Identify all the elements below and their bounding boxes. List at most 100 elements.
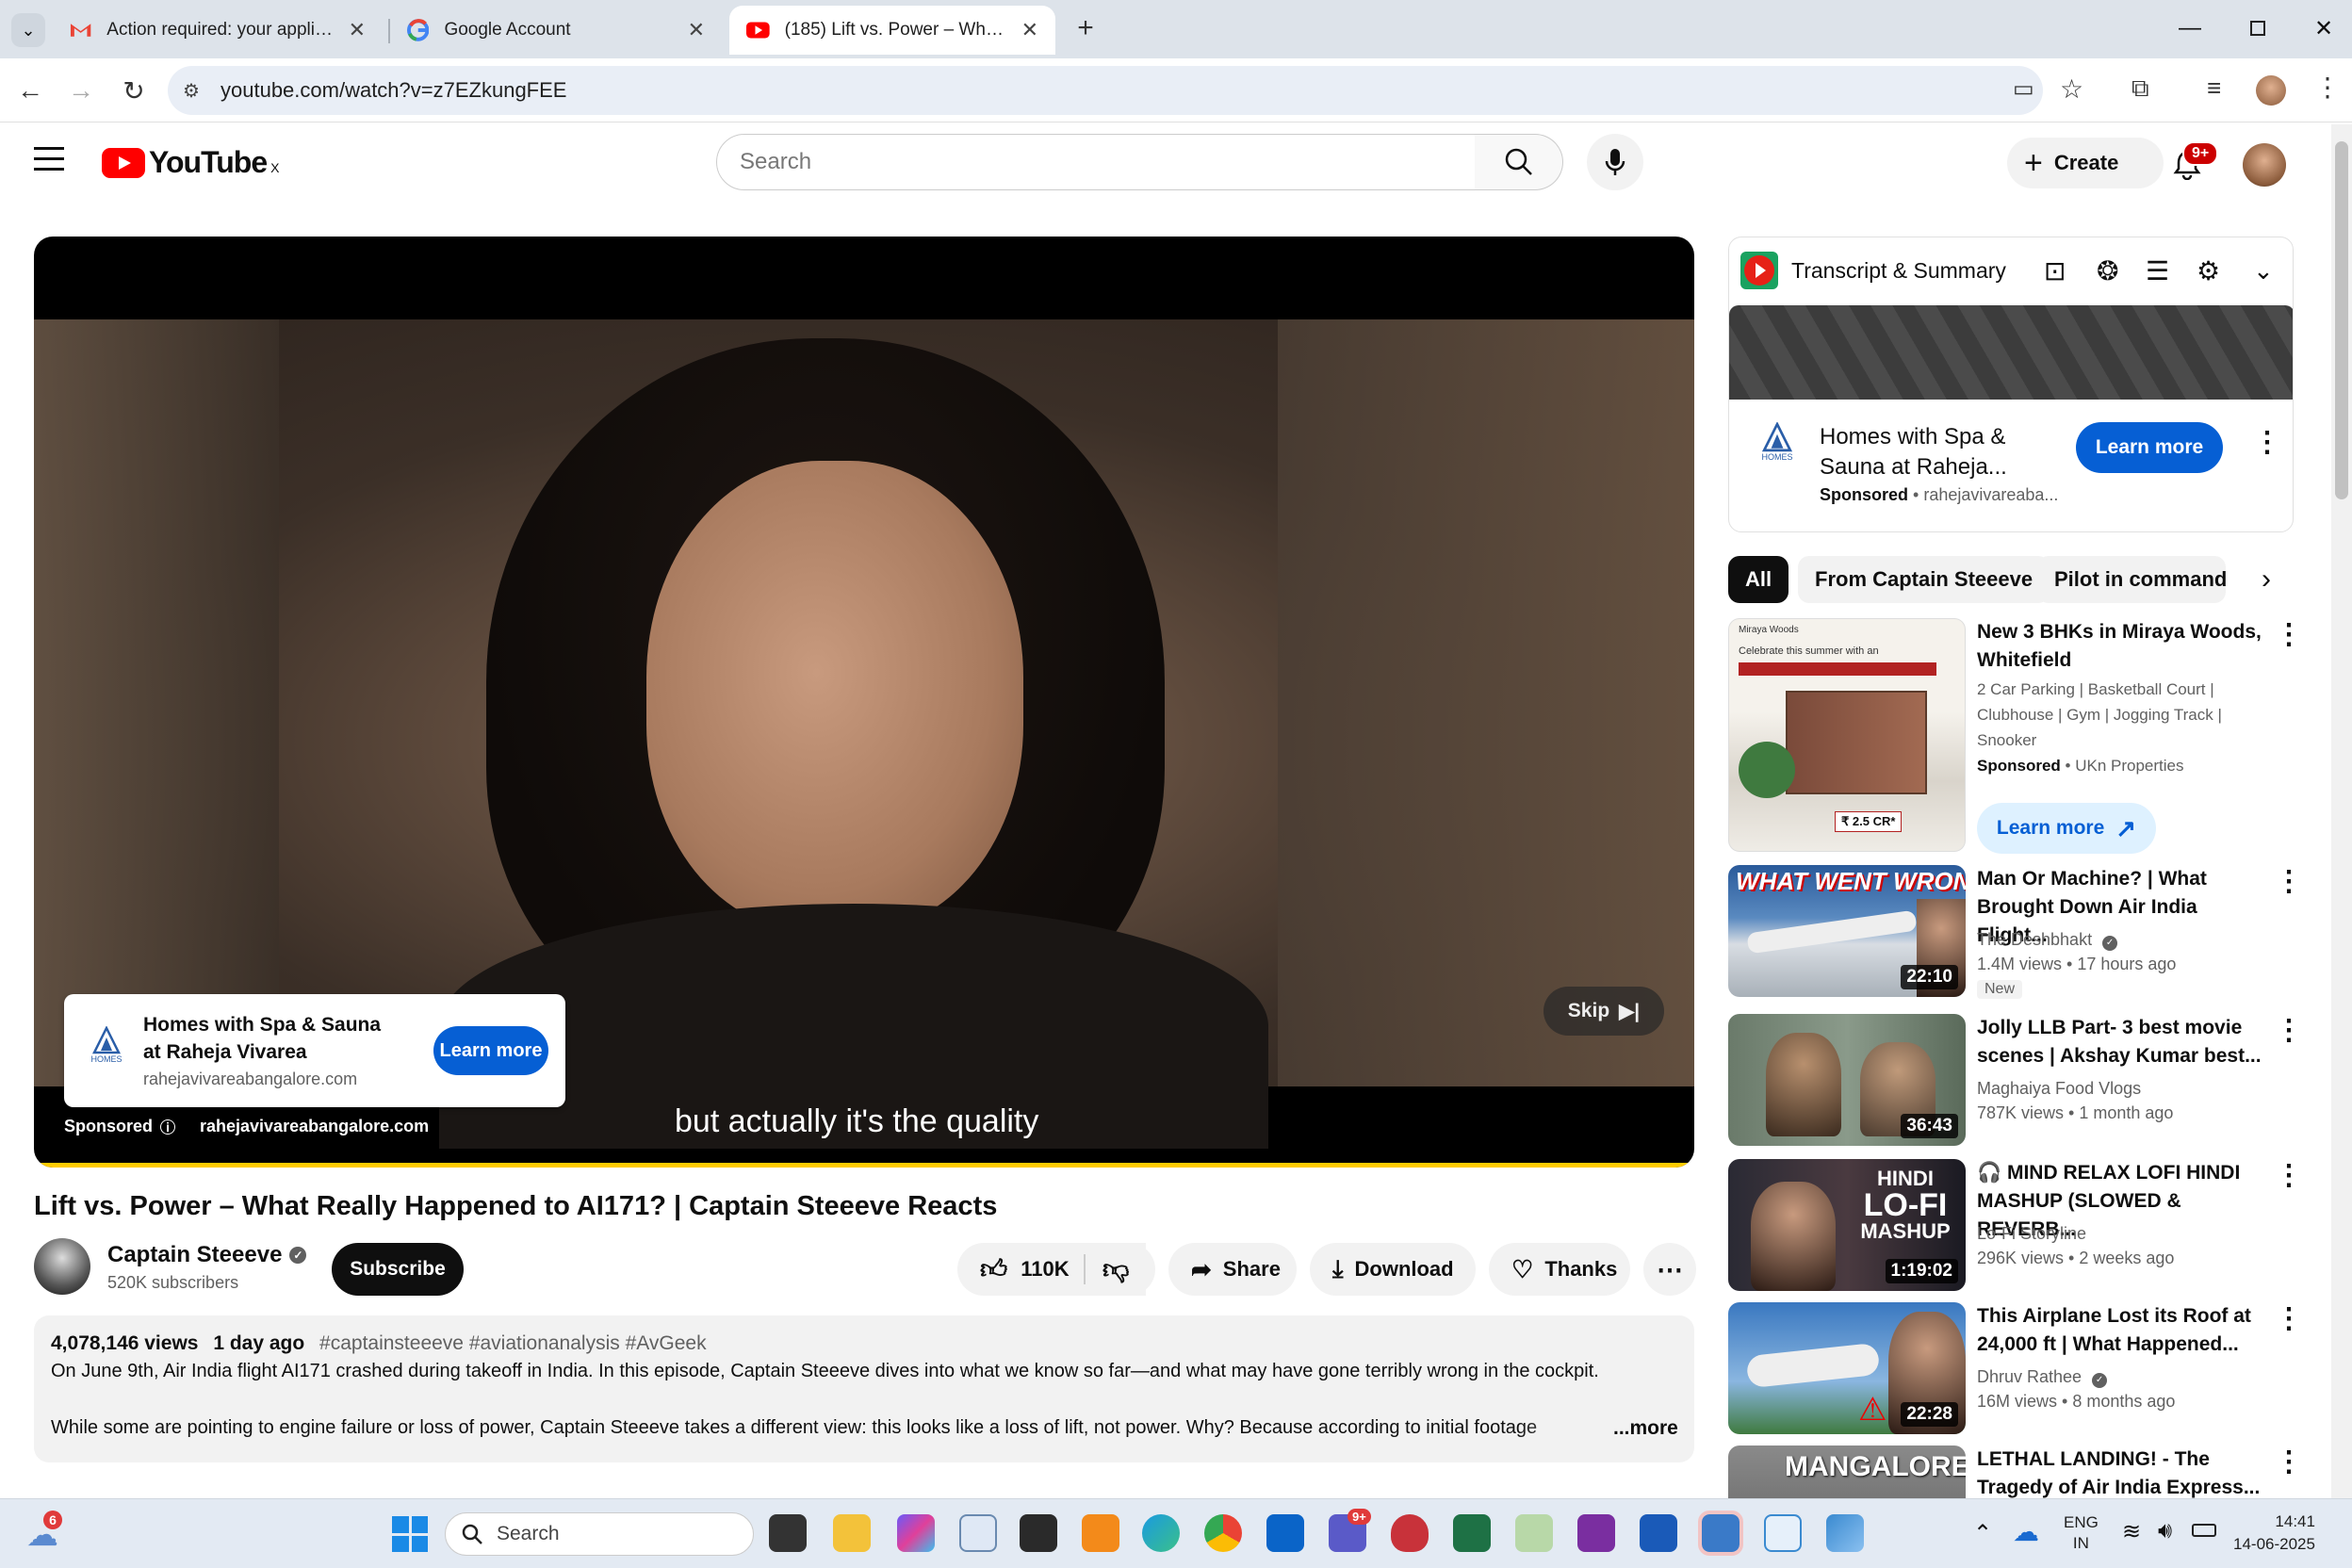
back-button[interactable]: ←: [13, 74, 47, 107]
terminal-icon[interactable]: [1020, 1514, 1057, 1552]
onenote-icon[interactable]: [1577, 1514, 1615, 1552]
extension-header[interactable]: Transcript & Summary ⊡ ❂ ☰ ⚙ ⌄: [1729, 237, 2293, 303]
channel-name[interactable]: Dhruv Rathee ✓: [1977, 1364, 2108, 1389]
collapse-chevron-icon[interactable]: ⌄: [2253, 256, 2274, 286]
onedrive-icon[interactable]: ☁: [2013, 1516, 2039, 1547]
minimize-button[interactable]: —: [2171, 11, 2209, 45]
search-button[interactable]: [1475, 134, 1563, 190]
video-thumbnail[interactable]: WHAT WENT WRONG? 22:10: [1728, 865, 1966, 997]
create-button[interactable]: + Create: [2007, 138, 2164, 188]
start-button[interactable]: [392, 1516, 428, 1552]
item-menu-icon[interactable]: ⋮: [2275, 1159, 2303, 1192]
page-scrollbar[interactable]: [2331, 124, 2352, 1498]
volume-icon[interactable]: 🔊︎: [2158, 1518, 2172, 1544]
new-tab-button[interactable]: +: [1069, 11, 1102, 45]
scrollbar-thumb[interactable]: [2335, 141, 2348, 499]
edge-icon[interactable]: [1142, 1514, 1180, 1552]
close-icon[interactable]: ✕: [349, 18, 366, 42]
profile-avatar[interactable]: [2256, 75, 2286, 106]
show-more-link[interactable]: ...more: [1613, 1417, 1678, 1440]
wifi-icon[interactable]: ≋: [2122, 1518, 2141, 1545]
video-thumbnail[interactable]: ⚠ 22:28: [1728, 1302, 1966, 1434]
chips-next-button[interactable]: ›: [2243, 556, 2290, 603]
channel-name[interactable]: Maghaiya Food Vlogs: [1977, 1076, 2141, 1101]
recommended-video[interactable]: ⚠ 22:28 This Airplane Lost its Roof at 2…: [1728, 1302, 2350, 1438]
photos-icon[interactable]: [1826, 1514, 1864, 1552]
sidebar-ad-menu-icon[interactable]: ⋮: [2253, 426, 2281, 459]
close-window-button[interactable]: ✕: [2305, 11, 2343, 45]
video-thumbnail[interactable]: HINDI LO-FI MASHUP 1:19:02: [1728, 1159, 1966, 1291]
extensions-icon[interactable]: ⧉: [2132, 74, 2149, 104]
dislike-button[interactable]: 👎︎: [1086, 1243, 1155, 1296]
chart-app-icon[interactable]: [1515, 1514, 1553, 1552]
more-actions-button[interactable]: ⋯: [1643, 1243, 1696, 1296]
ad-overlay-card[interactable]: HOMES Homes with Spa & Sauna at Raheja V…: [64, 994, 565, 1107]
channel-name[interactable]: Lo-Fi Storyline: [1977, 1221, 2086, 1246]
skip-ad-button[interactable]: Skip ▶|: [1544, 987, 1664, 1036]
tab-gmail[interactable]: Action required: your applicatio ✕: [53, 6, 383, 55]
address-bar[interactable]: ⚙ youtube.com/watch?v=z7EZkungFEE ▭: [168, 66, 2043, 115]
close-icon[interactable]: ✕: [1021, 18, 1038, 42]
video-thumbnail[interactable]: MANGALORE: [1728, 1446, 1966, 1498]
channel-name[interactable]: The Deshbhakt ✓: [1977, 927, 2118, 952]
item-menu-icon[interactable]: ⋮: [2275, 1014, 2303, 1047]
voice-search-button[interactable]: [1587, 134, 1643, 190]
chrome-icon[interactable]: [1204, 1514, 1242, 1552]
excel-icon[interactable]: [1453, 1514, 1491, 1552]
download-button[interactable]: ⤓ Download: [1310, 1243, 1476, 1296]
recommended-video[interactable]: WHAT WENT WRONG? 22:10 Man Or Machine? |…: [1728, 865, 2350, 1001]
transcript-icon[interactable]: ☰: [2146, 255, 2169, 286]
recommended-video[interactable]: HINDI LO-FI MASHUP 1:19:02 🎧 MIND RELAX …: [1728, 1159, 2350, 1295]
video-thumbnail[interactable]: 36:43: [1728, 1014, 1966, 1146]
maximize-button[interactable]: [2239, 11, 2277, 45]
guide-menu-button[interactable]: [34, 147, 64, 173]
item-menu-icon[interactable]: ⋮: [2275, 618, 2303, 651]
window-icon[interactable]: [959, 1514, 997, 1552]
security-app-icon[interactable]: [1391, 1514, 1429, 1552]
install-app-icon[interactable]: ▭: [2013, 75, 2034, 103]
ad-learn-more-button[interactable]: Learn more: [433, 1026, 548, 1075]
media-controls-icon[interactable]: ≡: [2207, 74, 2221, 103]
item-menu-icon[interactable]: ⋮: [2275, 865, 2303, 898]
openai-icon[interactable]: ❂: [2097, 255, 2118, 286]
account-avatar[interactable]: [2243, 143, 2286, 187]
ad-banner[interactable]: [1729, 305, 2293, 400]
remote-desktop-icon[interactable]: [1698, 1511, 1743, 1556]
task-view-icon[interactable]: [769, 1514, 807, 1552]
reload-button[interactable]: ↻: [117, 74, 151, 107]
app-orange-icon[interactable]: [1082, 1514, 1119, 1552]
outlook-icon[interactable]: [1266, 1514, 1304, 1552]
search-input[interactable]: Search: [716, 134, 1476, 190]
ad-progress-bar[interactable]: [34, 1163, 1694, 1168]
youtube-logo[interactable]: YouTube X: [102, 145, 279, 180]
robot-icon[interactable]: ⊡: [2044, 255, 2066, 286]
info-icon[interactable]: i: [160, 1119, 176, 1135]
video-player[interactable]: HOMES Homes with Spa & Sauna at Raheja V…: [34, 237, 1694, 1168]
taskbar-search[interactable]: Search: [445, 1512, 754, 1556]
snipping-tool-icon[interactable]: [1764, 1514, 1802, 1552]
description-box[interactable]: 4,078,146 views 1 day ago #captainsteeev…: [34, 1315, 1694, 1462]
close-icon[interactable]: ✕: [688, 18, 705, 42]
sponsored-thumbnail[interactable]: Miraya Woods Celebrate this summer with …: [1728, 618, 1966, 852]
channel-avatar[interactable]: [34, 1238, 90, 1295]
hashtags[interactable]: #captainsteeeve #aviationanalysis #AvGee…: [319, 1332, 707, 1354]
chip-from-channel[interactable]: From Captain Steeeve: [1798, 556, 2050, 603]
sidebar-ad-title[interactable]: Homes with Spa & Sauna at Raheja...: [1820, 422, 2007, 482]
tab-search-button[interactable]: ⌄: [11, 13, 45, 47]
word-icon[interactable]: [1640, 1514, 1677, 1552]
thanks-button[interactable]: ♡ Thanks: [1489, 1243, 1630, 1296]
video-frame[interactable]: [34, 319, 1694, 1149]
channel-name[interactable]: Captain Steeeve ✓: [107, 1242, 307, 1268]
item-menu-icon[interactable]: ⋮: [2275, 1302, 2303, 1335]
forward-button[interactable]: →: [64, 74, 98, 107]
chip-pilot-in-command[interactable]: Pilot in command: [2037, 556, 2226, 603]
language-indicator[interactable]: ENG IN: [2064, 1512, 2099, 1554]
m365-icon[interactable]: [897, 1514, 935, 1552]
browser-menu-icon[interactable]: ⋮: [2314, 72, 2341, 103]
item-menu-icon[interactable]: ⋮: [2275, 1446, 2303, 1478]
tab-google-account[interactable]: Google Account ✕: [390, 6, 722, 55]
clock[interactable]: 14:41 14-06-2025: [2233, 1511, 2315, 1556]
file-explorer-icon[interactable]: [833, 1514, 871, 1552]
battery-icon[interactable]: [2192, 1524, 2216, 1537]
recommended-video[interactable]: MANGALORE LETHAL LANDING! - The Tragedy …: [1728, 1446, 2350, 1498]
